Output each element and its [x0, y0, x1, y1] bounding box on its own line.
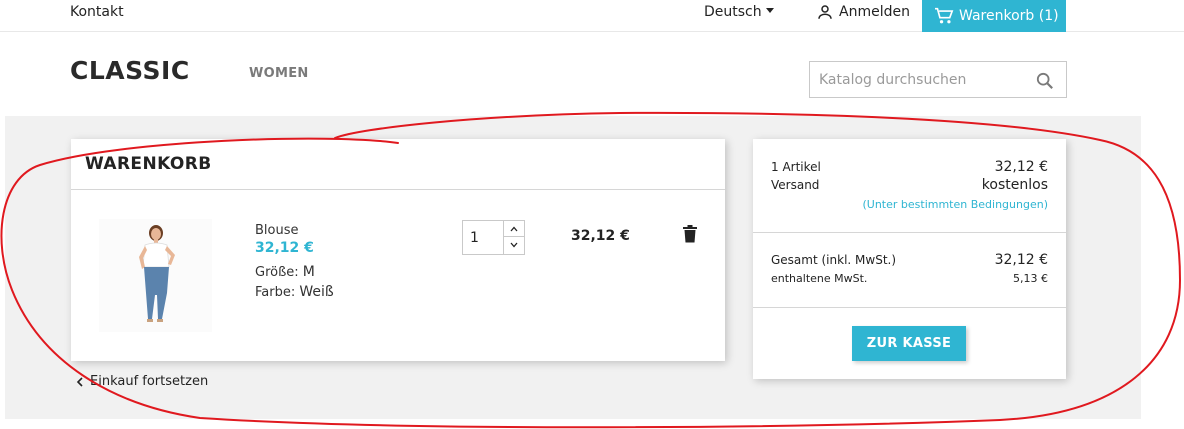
product-size: Größe: M [255, 264, 315, 280]
color-label: Farbe: [255, 285, 296, 300]
top-nav: Kontakt Deutsch Anmelden Warenkorb (1) [0, 0, 1184, 32]
chevron-down-icon [510, 242, 518, 248]
cart-title: WARENKORB [85, 154, 212, 174]
cart-button-label: Warenkorb (1) [959, 8, 1059, 24]
search-box [809, 61, 1067, 98]
shipping-label: Versand [771, 178, 820, 192]
login-label: Anmelden [839, 4, 910, 20]
chevron-left-icon [76, 376, 83, 387]
logo[interactable]: CLASSIC [70, 56, 190, 85]
language-selector[interactable]: Deutsch [704, 4, 774, 20]
shipping-conditions: (Unter bestimmten Bedingungen) [862, 198, 1048, 211]
summary-items-row: 1 Artikel 32,12 € [771, 159, 1048, 175]
summary-shipping-row: Versand kostenlos [771, 177, 1048, 193]
line-total: 32,12 € [571, 228, 630, 244]
quantity-input[interactable] [463, 221, 505, 254]
cart-summary: 1 Artikel 32,12 € Versand kostenlos (Unt… [753, 139, 1066, 379]
search-icon[interactable] [1036, 72, 1054, 90]
nav-item-women[interactable]: WOMEN [249, 66, 309, 81]
items-value: 32,12 € [994, 159, 1048, 175]
size-value: M [302, 264, 315, 280]
tax-label: enthaltene MwSt. [771, 272, 868, 285]
product-color: Farbe: Weiß [255, 284, 334, 300]
total-value: 32,12 € [994, 252, 1048, 268]
shopping-cart-icon [935, 7, 954, 24]
summary-total-row: Gesamt (inkl. MwSt.) 32,12 € [771, 252, 1048, 268]
size-label: Größe: [255, 265, 299, 280]
divider [753, 232, 1066, 233]
trash-icon[interactable] [683, 225, 697, 243]
total-label: Gesamt (inkl. MwSt.) [771, 253, 897, 267]
contact-link[interactable]: Kontakt [70, 4, 124, 20]
product-name[interactable]: Blouse [255, 223, 299, 238]
cart-panel: WARENKORB Blouse 32,12 € Größe: M Farbe:… [71, 139, 725, 361]
quantity-increase-button[interactable] [504, 221, 524, 237]
product-image[interactable] [99, 219, 212, 332]
cart-button[interactable]: Warenkorb (1) [922, 0, 1066, 32]
quantity-stepper [462, 220, 525, 255]
items-label: 1 Artikel [771, 160, 821, 174]
chevron-up-icon [510, 226, 518, 231]
quantity-decrease-button[interactable] [504, 237, 524, 253]
user-icon [818, 5, 832, 19]
caret-down-icon [765, 7, 774, 13]
shipping-value: kostenlos [981, 177, 1048, 193]
divider [71, 189, 725, 190]
stepper-buttons [503, 221, 524, 254]
continue-shopping-link[interactable]: Einkauf fortsetzen [76, 374, 208, 389]
login-link[interactable]: Anmelden [816, 3, 910, 21]
color-value: Weiß [299, 284, 334, 300]
product-price: 32,12 € [255, 240, 314, 256]
search-input[interactable] [810, 62, 1030, 97]
language-label: Deutsch [704, 4, 762, 20]
summary-tax-row: enthaltene MwSt. 5,13 € [771, 272, 1048, 285]
tax-value: 5,13 € [1013, 272, 1048, 285]
checkout-button[interactable]: ZUR KASSE [852, 326, 966, 361]
divider [753, 307, 1066, 308]
continue-shopping-label: Einkauf fortsetzen [90, 374, 209, 389]
